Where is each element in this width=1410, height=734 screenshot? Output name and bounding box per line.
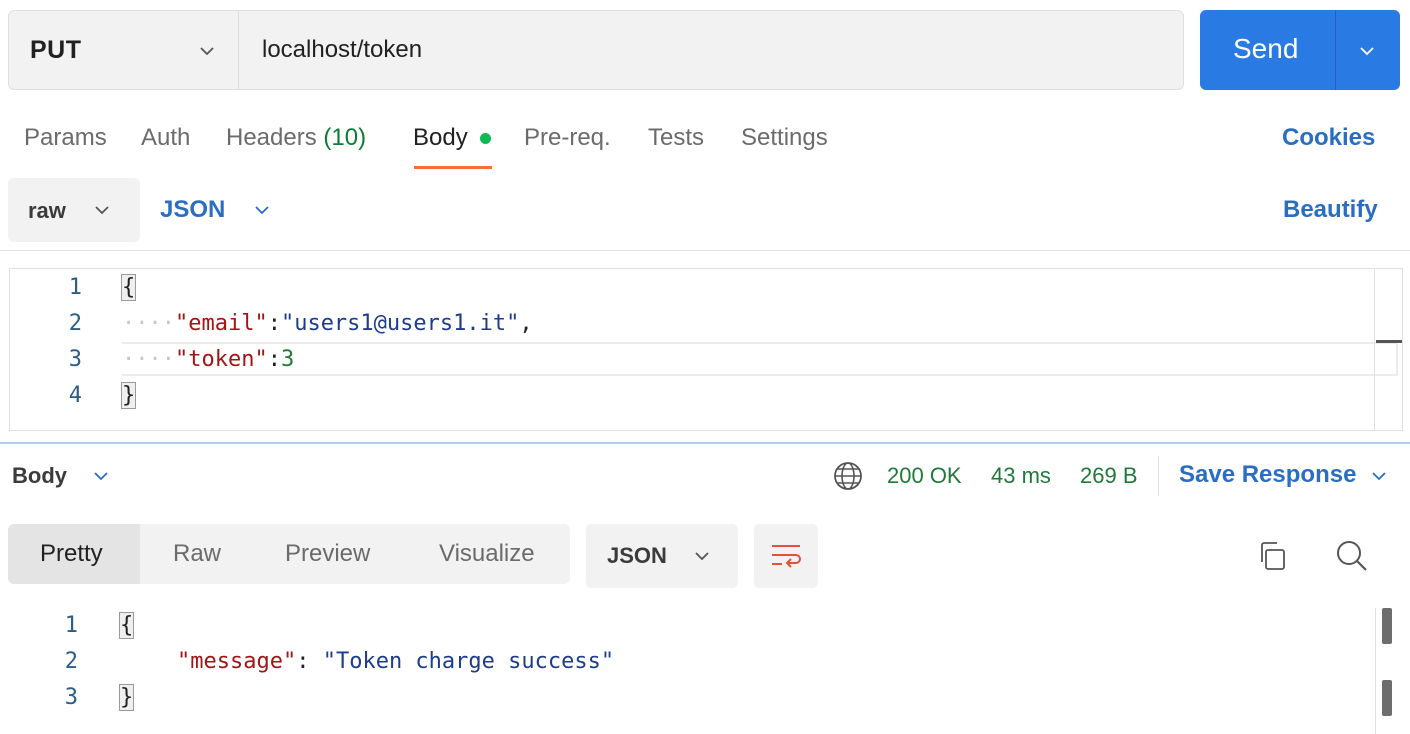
save-response-button[interactable]: Save Response: [1179, 461, 1356, 489]
tab-body[interactable]: Body: [413, 124, 468, 152]
response-scrollbar-track: [1375, 608, 1376, 734]
body-indicator-dot: [480, 133, 491, 144]
headers-count: (10): [323, 124, 367, 151]
code-line: ····"email":"users1@users1.it",: [122, 311, 533, 336]
json-key: "token": [174, 347, 268, 372]
chevron-down-icon[interactable]: [94, 469, 108, 483]
globe-icon[interactable]: [833, 461, 863, 491]
json-comma: ,: [519, 311, 533, 336]
view-mode-pretty[interactable]: Pretty: [40, 540, 103, 568]
response-size[interactable]: 269 B: [1080, 463, 1138, 489]
code-brace-open: {: [120, 274, 137, 301]
line-number: 2: [64, 649, 78, 674]
tab-settings[interactable]: Settings: [741, 124, 828, 152]
body-language-select[interactable]: JSON: [160, 196, 225, 224]
code-brace-close: }: [118, 684, 135, 711]
json-string-value: "users1@users1.it": [280, 311, 520, 336]
tab-params[interactable]: Params: [24, 124, 107, 152]
copy-icon[interactable]: [1257, 540, 1287, 572]
response-section-select[interactable]: Body: [12, 463, 67, 489]
json-string-value: "Token charge success": [322, 649, 615, 674]
json-key: "message": [177, 649, 297, 674]
line-number: 3: [68, 347, 82, 372]
json-number-value: 3: [280, 347, 295, 372]
line-number: 1: [68, 275, 82, 300]
code-line: ····"token":3: [122, 347, 294, 372]
line-number: 2: [68, 311, 82, 336]
wrap-lines-icon: [772, 545, 801, 568]
line-number: 1: [64, 613, 78, 638]
cookies-link[interactable]: Cookies: [1282, 124, 1375, 152]
chevron-down-icon[interactable]: [200, 44, 214, 58]
view-mode-raw[interactable]: Raw: [173, 540, 221, 568]
json-key: "email": [174, 311, 268, 336]
separator: [1158, 456, 1159, 496]
code-brace-open: {: [118, 612, 135, 639]
code-line: "message": "Token charge success": [177, 649, 614, 674]
response-language-label: JSON: [607, 543, 667, 568]
whitespace-dots: ····: [122, 347, 175, 372]
json-colon: :: [267, 347, 281, 372]
tab-headers[interactable]: Headers (10): [226, 124, 366, 152]
pane-resize-divider[interactable]: [0, 442, 1410, 444]
beautify-link[interactable]: Beautify: [1283, 196, 1378, 224]
response-scroll-marker[interactable]: [1382, 680, 1392, 716]
chevron-down-icon: [95, 206, 109, 215]
json-colon: :: [296, 649, 323, 674]
code-brace-close: }: [120, 382, 137, 409]
response-status[interactable]: 200 OK: [887, 463, 962, 489]
chevron-down-icon[interactable]: [255, 203, 269, 217]
line-number: 4: [68, 383, 82, 408]
active-tab-underline: [414, 166, 492, 169]
body-mode-label: raw: [28, 198, 66, 223]
line-number: 3: [64, 685, 78, 710]
tab-pre-request[interactable]: Pre-req.: [524, 124, 611, 152]
whitespace-dots: ····: [122, 311, 175, 336]
view-mode-preview[interactable]: Preview: [285, 540, 370, 568]
tab-auth[interactable]: Auth: [141, 124, 190, 152]
tab-tests[interactable]: Tests: [648, 124, 704, 152]
response-scroll-marker[interactable]: [1382, 608, 1392, 644]
editor-scrollbar-track: [1374, 269, 1375, 430]
chevron-down-icon: [695, 552, 709, 561]
url-text: localhost/token: [262, 36, 423, 63]
divider: [0, 250, 1410, 251]
response-time[interactable]: 43 ms: [991, 463, 1051, 489]
editor-scroll-marker[interactable]: [1376, 340, 1402, 343]
view-mode-visualize[interactable]: Visualize: [439, 540, 535, 568]
search-icon[interactable]: [1335, 539, 1369, 573]
send-label: Send: [1233, 33, 1299, 64]
json-colon: :: [267, 311, 281, 336]
chevron-down-icon: [1360, 47, 1374, 56]
method-label: PUT: [30, 36, 82, 64]
chevron-down-icon[interactable]: [1372, 469, 1386, 483]
active-line-highlight: [122, 342, 1398, 376]
tab-headers-label: Headers: [226, 124, 317, 151]
